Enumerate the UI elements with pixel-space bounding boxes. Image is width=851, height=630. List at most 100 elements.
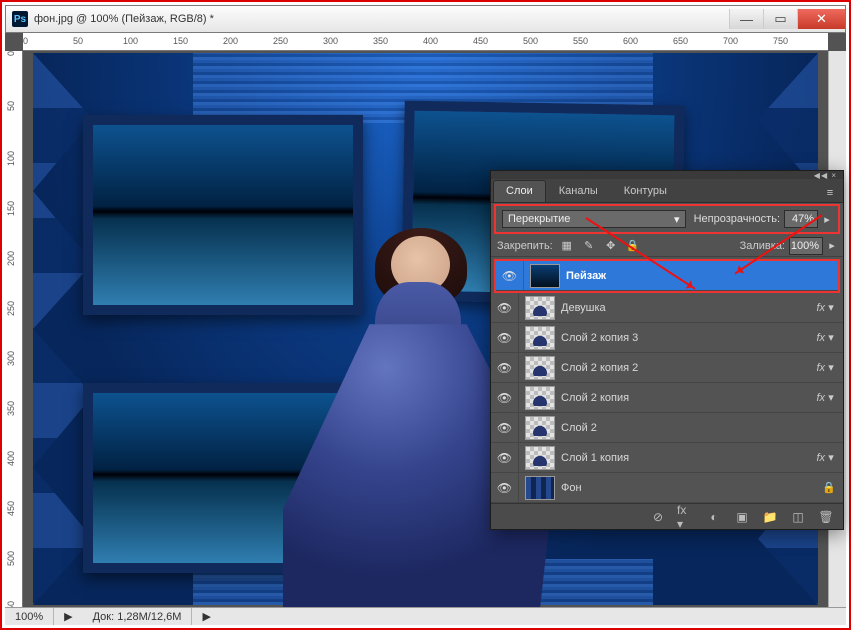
layer-row[interactable]: 👁 Фон🔒	[491, 473, 843, 503]
panel-grip[interactable]: ◀◀ ×	[491, 171, 843, 179]
ruler-tick: 450	[473, 36, 488, 46]
ruler-tick: 450	[6, 501, 16, 516]
layer-name-label[interactable]: Слой 1 копия	[561, 452, 812, 464]
lock-option-icon[interactable]: ▦	[559, 238, 575, 254]
lock-icon: 🔒	[821, 481, 837, 494]
ruler-tick: 400	[423, 36, 438, 46]
visibility-eye-icon[interactable]: 👁	[496, 261, 524, 290]
ruler-tick: 750	[773, 36, 788, 46]
chevron-down-icon[interactable]: ▾	[825, 331, 837, 344]
tab-Слои[interactable]: Слои	[493, 180, 546, 202]
layer-thumbnail[interactable]	[525, 386, 555, 410]
panel-footer-icon[interactable]: ⊘	[649, 508, 667, 526]
layer-thumbnail[interactable]	[525, 296, 555, 320]
layer-row[interactable]: 👁 Пейзаж	[496, 261, 838, 291]
visibility-eye-icon[interactable]: 👁	[491, 353, 519, 382]
ruler-tick: 700	[723, 36, 738, 46]
chevron-down-icon[interactable]: ▾	[825, 451, 837, 464]
status-docinfo[interactable]: Док: 1,28M/12,6M	[83, 608, 193, 625]
ruler-tick: 500	[6, 551, 16, 566]
panel-collapse-icon[interactable]: ◀◀ ×	[814, 171, 837, 180]
layers-panel[interactable]: ◀◀ × СлоиКаналыКонтуры≡ Перекрытие ▾ Неп…	[490, 170, 844, 530]
layer-row[interactable]: 👁 Слой 2 копия 3 fx▾	[491, 323, 843, 353]
ruler-tick: 350	[373, 36, 388, 46]
ruler-tick: 550	[6, 601, 16, 607]
fill-input[interactable]: 100%	[789, 237, 823, 255]
layer-name-label[interactable]: Фон	[561, 482, 821, 494]
visibility-eye-icon[interactable]: 👁	[491, 473, 519, 502]
ruler-tick: 0	[6, 51, 16, 56]
layer-name-label[interactable]: Девушка	[561, 302, 812, 314]
layer-row[interactable]: 👁 Слой 2	[491, 413, 843, 443]
layer-row[interactable]: 👁 Девушка fx▾	[491, 293, 843, 323]
panel-footer-icon[interactable]: 🗑	[817, 508, 835, 526]
layer-fx-badge[interactable]: fx	[816, 332, 825, 344]
ruler-tick: 350	[6, 401, 16, 416]
fill-flyout-icon[interactable]: ▸	[827, 237, 837, 255]
layer-row[interactable]: 👁 Слой 2 копия 2 fx▾	[491, 353, 843, 383]
status-chev[interactable]: ▶	[54, 608, 82, 625]
layer-name-label[interactable]: Слой 2 копия	[561, 392, 812, 404]
layer-thumbnail[interactable]	[525, 476, 555, 500]
window-title: фон.jpg @ 100% (Пейзаж, RGB/8) *	[34, 13, 214, 25]
ruler-tick: 400	[6, 451, 16, 466]
blend-mode-select[interactable]: Перекрытие ▾	[502, 210, 686, 228]
ruler-tick: 150	[173, 36, 188, 46]
panel-footer-icon[interactable]: ◫	[789, 508, 807, 526]
ruler-tick: 500	[523, 36, 538, 46]
visibility-eye-icon[interactable]: 👁	[491, 293, 519, 322]
minimize-button[interactable]: —	[729, 9, 763, 29]
layer-name-label[interactable]: Слой 2 копия 3	[561, 332, 812, 344]
chevron-down-icon[interactable]: ▾	[825, 391, 837, 404]
ruler-tick: 150	[6, 201, 16, 216]
layer-fx-badge[interactable]: fx	[816, 392, 825, 404]
ruler-tick: 200	[223, 36, 238, 46]
layer-row[interactable]: 👁 Слой 2 копия fx▾	[491, 383, 843, 413]
layer-thumbnail[interactable]	[525, 326, 555, 350]
blend-mode-value: Перекрытие	[508, 213, 570, 225]
ruler-horizontal[interactable]: 0501001502002503003504004505005506006507…	[23, 33, 828, 51]
ruler-tick: 250	[6, 301, 16, 316]
ruler-tick: 300	[323, 36, 338, 46]
panel-menu-icon[interactable]: ≡	[821, 184, 839, 202]
lock-option-icon[interactable]: ✎	[581, 238, 597, 254]
opacity-flyout-icon[interactable]: ▸	[822, 210, 832, 228]
ruler-tick: 200	[6, 251, 16, 266]
layer-fx-badge[interactable]: fx	[816, 452, 825, 464]
visibility-eye-icon[interactable]: 👁	[491, 383, 519, 412]
lock-label: Закрепить:	[497, 240, 553, 252]
panel-footer-icon[interactable]: 📁	[761, 508, 779, 526]
ruler-tick: 600	[623, 36, 638, 46]
tab-Каналы[interactable]: Каналы	[546, 180, 611, 202]
layer-thumbnail[interactable]	[525, 356, 555, 380]
tab-Контуры[interactable]: Контуры	[611, 180, 680, 202]
maximize-button[interactable]: ▭	[763, 9, 797, 29]
layer-row[interactable]: 👁 Слой 1 копия fx▾	[491, 443, 843, 473]
status-zoom[interactable]: 100%	[5, 608, 54, 625]
panel-footer-icon[interactable]: ▣	[733, 508, 751, 526]
layer-name-label[interactable]: Пейзаж	[566, 270, 832, 282]
close-button[interactable]: ✕	[797, 9, 845, 29]
chevron-down-icon[interactable]: ▾	[825, 301, 837, 314]
ruler-vertical[interactable]: 050100150200250300350400450500550	[5, 51, 23, 607]
layer-thumbnail[interactable]	[525, 446, 555, 470]
visibility-eye-icon[interactable]: 👁	[491, 413, 519, 442]
layer-fx-badge[interactable]: fx	[816, 362, 825, 374]
layer-name-label[interactable]: Слой 2 копия 2	[561, 362, 812, 374]
chevron-down-icon[interactable]: ▾	[825, 361, 837, 374]
visibility-eye-icon[interactable]: 👁	[491, 443, 519, 472]
status-arrow[interactable]: ▶	[192, 608, 220, 625]
titlebar[interactable]: Ps фон.jpg @ 100% (Пейзаж, RGB/8) * — ▭ …	[5, 5, 846, 33]
ruler-tick: 650	[673, 36, 688, 46]
panel-footer-icon[interactable]: fx ▾	[677, 508, 695, 526]
layer-fx-badge[interactable]: fx	[816, 302, 825, 314]
layer-thumbnail[interactable]	[530, 264, 560, 288]
ruler-tick: 300	[6, 351, 16, 366]
panel-tabstrip: СлоиКаналыКонтуры ≡	[491, 179, 843, 203]
visibility-eye-icon[interactable]: 👁	[491, 323, 519, 352]
panel-footer-icon[interactable]: ◐	[705, 508, 723, 526]
lock-option-icon[interactable]: ✥	[603, 238, 619, 254]
layer-name-label[interactable]: Слой 2	[561, 422, 837, 434]
layer-thumbnail[interactable]	[525, 416, 555, 440]
ruler-tick: 50	[73, 36, 83, 46]
